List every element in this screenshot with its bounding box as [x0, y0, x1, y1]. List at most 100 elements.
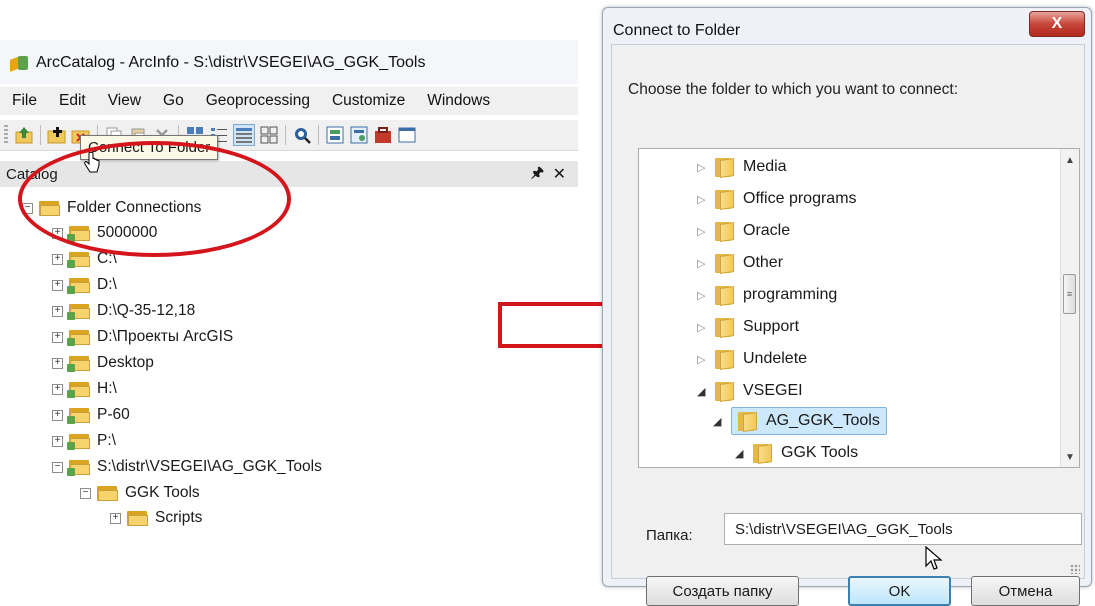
cancel-button[interactable]: Отмена — [971, 576, 1080, 606]
toolbar-grip[interactable] — [4, 125, 8, 145]
search-icon[interactable] — [292, 125, 312, 145]
expand-arrow-icon[interactable]: ▷ — [697, 257, 707, 270]
catalog-tree-icon[interactable] — [349, 125, 369, 145]
folder-item-office-programs[interactable]: ▷ Office programs — [697, 186, 857, 212]
folder-icon — [715, 221, 735, 242]
folder-item-media[interactable]: ▷ Media — [697, 154, 787, 180]
resize-grip-icon[interactable] — [1070, 564, 1080, 574]
dialog-title: Connect to Folder — [613, 22, 741, 39]
scroll-up-icon[interactable]: ▲ — [1065, 155, 1075, 166]
scroll-thumb[interactable]: ≡ — [1063, 274, 1076, 314]
expand-icon[interactable]: + — [52, 435, 63, 447]
connect-to-folder-icon[interactable] — [47, 125, 67, 145]
toolbar-separator — [285, 125, 286, 145]
dialog-close-button[interactable]: X — [1029, 11, 1085, 37]
pin-icon[interactable]: 🖈︎ — [531, 162, 544, 186]
expand-icon[interactable]: + — [110, 512, 121, 524]
up-one-level-icon[interactable] — [14, 125, 34, 145]
arctoolbox-icon[interactable] — [373, 125, 393, 145]
folder-item-label: AG_GGK_Tools — [766, 412, 880, 429]
expand-icon[interactable]: + — [52, 383, 63, 395]
collapse-icon[interactable]: − — [52, 461, 63, 473]
highlight-ellipse — [18, 141, 291, 257]
folder-item-other[interactable]: ▷ Other — [697, 250, 783, 276]
dialog-prompt: Choose the folder to which you want to c… — [628, 81, 959, 98]
arccatalog-title-row: ArcCatalog - ArcInfo - S:\distr\VSEGEI\A… — [10, 50, 575, 76]
folder-icon — [715, 317, 735, 338]
python-window-icon[interactable] — [397, 125, 417, 145]
tree-item-d-drive[interactable]: + D:\ — [52, 273, 117, 297]
collapse-arrow-icon[interactable]: ◢ — [697, 385, 707, 398]
menu-geoprocessing[interactable]: Geoprocessing — [206, 92, 310, 110]
vertical-scrollbar[interactable]: ▲ ≡ ▼ — [1060, 149, 1079, 467]
collapse-arrow-icon[interactable]: ◢ — [735, 447, 745, 460]
folder-item-vsegei[interactable]: ◢ VSEGEI — [697, 378, 803, 404]
arccatalog-title: ArcCatalog - ArcInfo - S:\distr\VSEGEI\A… — [36, 54, 426, 71]
toolbar-separator — [318, 125, 319, 145]
expand-arrow-icon[interactable]: ▷ — [697, 353, 707, 366]
expand-arrow-icon[interactable]: ▷ — [697, 321, 707, 334]
menu-go[interactable]: Go — [163, 92, 184, 110]
expand-arrow-icon[interactable]: ▷ — [697, 289, 707, 302]
selected-folder-highlight[interactable]: AG_GGK_Tools — [731, 407, 887, 435]
dialog-body: Choose the folder to which you want to c… — [611, 44, 1085, 606]
folder-label: Папка: — [646, 527, 693, 544]
thumbnails-view-icon[interactable] — [259, 125, 279, 145]
folder-item-undelete[interactable]: ▷ Undelete — [697, 346, 807, 372]
folder-icon — [715, 157, 735, 178]
menubar: File Edit View Go Geoprocessing Customiz… — [0, 87, 578, 115]
expand-icon[interactable]: + — [52, 305, 63, 317]
expand-arrow-icon[interactable]: ▷ — [697, 225, 707, 238]
folder-item-label: Support — [743, 318, 800, 335]
folder-connection-icon — [67, 329, 91, 346]
scroll-down-icon[interactable]: ▼ — [1065, 452, 1075, 463]
tree-item-p-drive[interactable]: + P:\ — [52, 429, 116, 453]
folder-icon — [738, 411, 758, 432]
details-view-icon[interactable] — [233, 124, 255, 146]
folder-item-ggk-tools[interactable]: ◢ GGK Tools — [735, 440, 858, 466]
tree-item-label: P:\ — [97, 432, 116, 449]
tree-item-ggk-tools[interactable]: − GGK Tools — [80, 481, 200, 505]
ok-button[interactable]: OK — [848, 576, 951, 606]
collapse-icon[interactable]: − — [80, 487, 91, 499]
folder-icon — [715, 381, 735, 402]
folder-item-label: Media — [743, 158, 787, 175]
arrow-cursor-icon — [925, 546, 943, 570]
tree-item-scripts[interactable]: + Scripts — [110, 506, 202, 530]
tree-item-p-60[interactable]: + P-60 — [52, 403, 130, 427]
tree-item-label: D:\Проекты ArcGIS — [97, 328, 234, 345]
tree-item-label: GGK Tools — [125, 484, 200, 501]
tree-item-d-projects[interactable]: + D:\Проекты ArcGIS — [52, 325, 233, 349]
folder-item-oracle[interactable]: ▷ Oracle — [697, 218, 790, 244]
menu-windows[interactable]: Windows — [427, 92, 490, 110]
folder-icon — [127, 510, 149, 526]
tree-item-label: Desktop — [97, 354, 154, 371]
folder-path-input[interactable]: S:\distr\VSEGEI\AG_GGK_Tools — [724, 513, 1082, 545]
tree-item-desktop[interactable]: + Desktop — [52, 351, 154, 375]
expand-arrow-icon[interactable]: ▷ — [697, 161, 707, 174]
folder-item-programming[interactable]: ▷ programming — [697, 282, 837, 308]
expand-arrow-icon[interactable]: ▷ — [697, 193, 707, 206]
expand-icon[interactable]: + — [52, 279, 63, 291]
menu-file[interactable]: File — [12, 92, 37, 110]
close-panel-icon[interactable]: ✕ — [553, 164, 566, 184]
folder-connection-icon — [67, 251, 91, 268]
launch-arcmap-icon[interactable] — [325, 125, 345, 145]
folder-item-ag-ggk-tools[interactable]: ◢ AG_GGK_Tools — [713, 407, 887, 435]
folder-tree[interactable]: ▷ Media ▷ Office programs ▷ Oracle ▷ Oth… — [638, 148, 1080, 468]
folder-item-support[interactable]: ▷ Support — [697, 314, 799, 340]
new-folder-button[interactable]: Создать папку — [646, 576, 799, 606]
folder-icon — [715, 285, 735, 306]
folder-icon — [715, 189, 735, 210]
expand-icon[interactable]: + — [52, 409, 63, 421]
menu-customize[interactable]: Customize — [332, 92, 405, 110]
collapse-arrow-icon[interactable]: ◢ — [713, 415, 723, 428]
tree-item-s-ag-ggk-tools[interactable]: − S:\distr\VSEGEI\AG_GGK_Tools — [52, 455, 322, 479]
menu-edit[interactable]: Edit — [59, 92, 86, 110]
expand-icon[interactable]: + — [52, 331, 63, 343]
expand-icon[interactable]: + — [52, 357, 63, 369]
tree-item-h-drive[interactable]: + H:\ — [52, 377, 117, 401]
expand-icon[interactable]: + — [52, 253, 63, 265]
menu-view[interactable]: View — [108, 92, 141, 110]
tree-item-d-q-35[interactable]: + D:\Q-35-12,18 — [52, 299, 195, 323]
